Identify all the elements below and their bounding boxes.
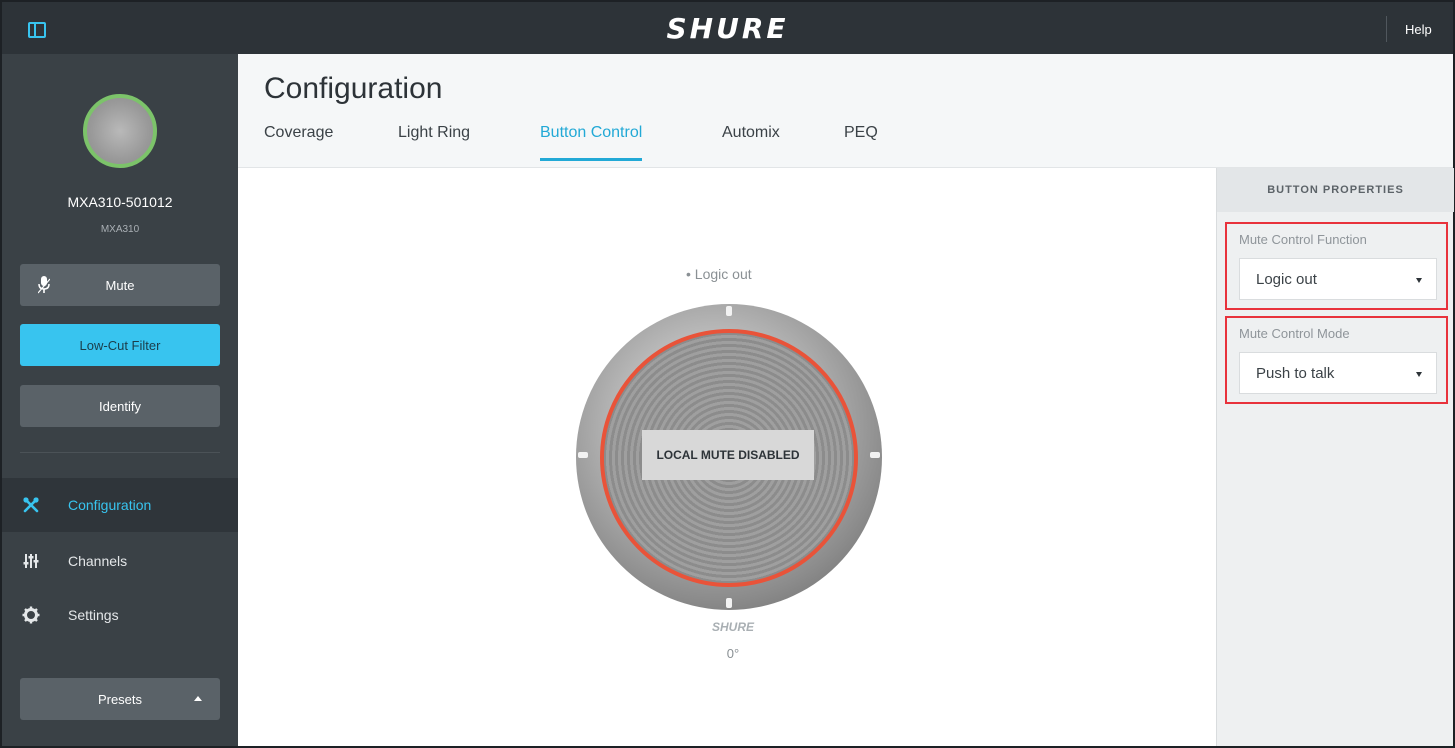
sidebar: MXA310-501012 MXA310 Mute Low-Cut Filter… <box>2 54 238 746</box>
device-canvas: • Logic out LOCAL MUTE DISABLED SHURE 0° <box>238 168 1216 746</box>
gear-icon <box>22 606 40 624</box>
tab-peq[interactable]: PEQ <box>844 124 878 158</box>
sidebar-item-label: Settings <box>68 607 119 623</box>
presets-button[interactable]: Presets <box>20 678 220 720</box>
page-header: Configuration Coverage Light Ring Button… <box>238 54 1453 168</box>
divider <box>20 452 220 453</box>
device-notch <box>726 598 732 608</box>
help-link[interactable]: Help <box>1405 22 1432 37</box>
mute-button[interactable]: Mute <box>20 264 220 306</box>
mute-control-function-value: Logic out <box>1256 270 1317 288</box>
caret-down-icon <box>1416 278 1422 283</box>
sidebar-item-label: Channels <box>68 553 128 569</box>
mute-control-function-label: Mute Control Function <box>1239 232 1367 247</box>
top-bar: SHURE Help <box>2 2 1453 54</box>
mute-control-mode-group: Mute Control Mode Push to talk <box>1225 316 1448 404</box>
device-notch <box>578 452 588 458</box>
local-mute-status: LOCAL MUTE DISABLED <box>642 430 814 480</box>
brand-logo: SHURE <box>666 12 789 45</box>
low-cut-filter-button[interactable]: Low-Cut Filter <box>20 324 220 366</box>
tab-coverage[interactable]: Coverage <box>264 124 333 158</box>
device-notch <box>870 452 880 458</box>
mute-button-label: Mute <box>105 277 135 293</box>
identify-label: Identify <box>99 398 141 414</box>
properties-heading: BUTTON PROPERTIES <box>1217 168 1454 212</box>
mute-control-function-group: Mute Control Function Logic out <box>1225 222 1448 310</box>
mute-control-function-select[interactable]: Logic out <box>1239 258 1437 300</box>
mute-control-mode-value: Push to talk <box>1256 364 1335 382</box>
mute-control-mode-label: Mute Control Mode <box>1239 326 1350 341</box>
sidebar-item-label: Configuration <box>68 497 152 513</box>
properties-panel: BUTTON PROPERTIES Mute Control Function … <box>1216 168 1454 746</box>
device-model: MXA310 <box>100 224 140 235</box>
logic-out-label: • Logic out <box>686 266 752 282</box>
low-cut-filter-label: Low-Cut Filter <box>79 337 161 353</box>
device-avatar <box>83 94 157 168</box>
mute-control-mode-select[interactable]: Push to talk <box>1239 352 1437 394</box>
device-logo: SHURE <box>711 620 754 634</box>
identify-button[interactable]: Identify <box>20 385 220 427</box>
tab-automix[interactable]: Automix <box>722 124 780 158</box>
device-name: MXA310-501012 <box>67 194 173 210</box>
device-notch <box>726 306 732 316</box>
microphone-icon <box>38 276 50 294</box>
tools-icon <box>23 497 39 513</box>
tab-light-ring[interactable]: Light Ring <box>398 124 470 158</box>
logic-out-text: Logic out <box>694 266 752 282</box>
caret-down-icon <box>1416 372 1422 377</box>
sliders-icon <box>23 554 39 568</box>
rotation-angle: 0° <box>726 646 740 661</box>
caret-up-icon <box>194 696 202 701</box>
presets-label: Presets <box>97 691 143 707</box>
sidebar-item-channels[interactable]: Channels <box>2 534 238 588</box>
page-title: Configuration <box>264 72 443 105</box>
divider <box>1386 16 1387 42</box>
sidebar-item-settings[interactable]: Settings <box>2 588 238 642</box>
sidebar-item-configuration[interactable]: Configuration <box>2 478 238 532</box>
tab-button-control[interactable]: Button Control <box>540 124 643 161</box>
